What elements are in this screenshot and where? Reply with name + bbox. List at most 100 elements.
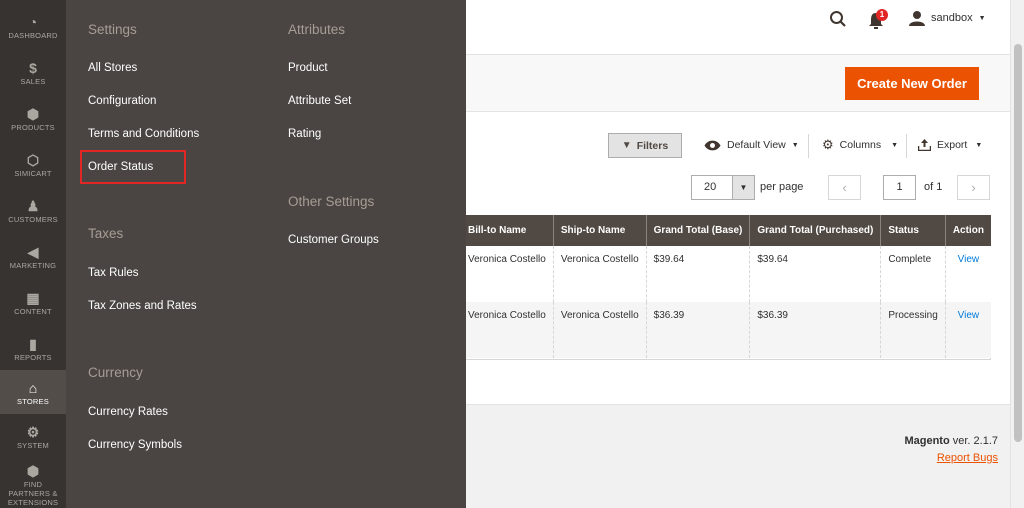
box-icon: ⬢ — [26, 463, 40, 479]
sidebar-item-reports[interactable]: ▮ REPORTS — [0, 316, 66, 362]
magento-brand: Magento — [904, 435, 950, 447]
menu-item-currency-rates[interactable]: Currency Rates — [88, 406, 168, 418]
sidebar-item-label: SYSTEM — [16, 440, 50, 450]
caret-down-icon: ▼ — [978, 14, 986, 22]
cell-grand-total-base: $39.64 — [646, 246, 751, 302]
cell-bill-to-name: Veronica Costello — [461, 246, 554, 302]
filters-label: Filters — [636, 139, 669, 152]
default-view-label: Default View — [727, 139, 786, 151]
column-header-grand-total-base[interactable]: Grand Total (Base) — [646, 215, 751, 246]
megaphone-icon: ◀ — [27, 244, 39, 260]
cell-grand-total-purchased: $36.39 — [749, 302, 882, 358]
column-header-grand-total-purchased[interactable]: Grand Total (Purchased) — [749, 215, 882, 246]
menu-item-tax-rules[interactable]: Tax Rules — [88, 267, 139, 279]
chevron-right-icon: › — [971, 180, 976, 195]
cell-action: View — [945, 302, 991, 358]
sidebar-item-products[interactable]: ⬢ PRODUCTS — [0, 86, 66, 132]
caret-down-icon: ▼ — [891, 141, 899, 149]
column-header-bill-to-name[interactable]: Bill-to Name — [461, 215, 554, 246]
version-info: Magento ver. 2.1.7 Report Bugs — [904, 433, 998, 467]
menu-item-configuration[interactable]: Configuration — [88, 95, 156, 107]
toolbar-divider — [906, 134, 907, 158]
columns-dropdown[interactable]: ⚙ Columns ▼ — [822, 137, 899, 152]
layout-icon: ▦ — [26, 290, 40, 306]
export-label: Export — [937, 139, 968, 151]
view-link[interactable]: View — [958, 310, 980, 321]
columns-label: Columns — [839, 139, 882, 151]
funnel-icon: ▼ — [621, 140, 632, 151]
user-menu[interactable]: sandbox ▼ — [909, 10, 986, 26]
sidebar-item-label: CONTENT — [14, 307, 52, 316]
previous-page-button[interactable]: ‹ — [828, 175, 861, 200]
currency-heading: Currency — [88, 365, 143, 380]
sidebar-item-label: FIND PARTNERS & EXTENSIONS — [7, 480, 59, 507]
sidebar-item-stores[interactable]: ⌂ STORES — [0, 370, 66, 414]
cell-status: Processing — [880, 302, 946, 358]
column-header-ship-to-name[interactable]: Ship-to Name — [553, 215, 647, 246]
menu-item-currency-symbols[interactable]: Currency Symbols — [88, 439, 182, 451]
other-settings-heading: Other Settings — [288, 194, 375, 209]
menu-item-product[interactable]: Product — [288, 62, 328, 74]
user-name: sandbox — [931, 12, 973, 24]
gear-icon: ⚙ — [822, 137, 834, 152]
dashboard-icon: ◔ — [28, 14, 38, 30]
toolbar-divider — [808, 134, 809, 158]
per-page-value: 20 — [704, 181, 717, 193]
cell-bill-to-name: Veronica Costello — [461, 302, 554, 358]
grid-header-row: Bill-to Name Ship-to Name Grand Total (B… — [461, 215, 991, 246]
cube-icon: ⬢ — [26, 106, 40, 122]
orders-grid: Bill-to Name Ship-to Name Grand Total (B… — [461, 215, 991, 358]
sidebar-item-label: CUSTOMERS — [8, 215, 58, 224]
view-link[interactable]: View — [958, 254, 980, 265]
cell-ship-to-name: Veronica Costello — [553, 302, 647, 358]
settings-heading: Settings — [88, 22, 137, 37]
sidebar-item-find-partners[interactable]: ⬢ FIND PARTNERS & EXTENSIONS — [0, 462, 66, 508]
sidebar-item-label: MARKETING — [9, 261, 57, 270]
store-icon: ⌂ — [28, 379, 38, 396]
sidebar-item-customers[interactable]: ♟ CUSTOMERS — [0, 178, 66, 224]
cell-ship-to-name: Veronica Costello — [553, 246, 647, 302]
menu-item-attribute-set[interactable]: Attribute Set — [288, 95, 351, 107]
sidebar-item-label: REPORTS — [14, 353, 52, 362]
hexagon-icon: ⬡ — [26, 152, 40, 168]
sidebar-item-label: SIMICART — [14, 169, 52, 178]
caret-down-icon: ▼ — [975, 141, 983, 149]
menu-item-rating[interactable]: Rating — [288, 128, 321, 140]
sidebar-item-label: SALES — [20, 77, 46, 86]
page-number-input[interactable]: 1 — [883, 175, 916, 200]
sidebar-item-content[interactable]: ▦ CONTENT — [0, 270, 66, 316]
sidebar-item-marketing[interactable]: ◀ MARKETING — [0, 224, 66, 270]
next-page-button[interactable]: › — [957, 175, 990, 200]
filters-button[interactable]: ▼ Filters — [608, 133, 682, 158]
user-icon — [909, 11, 925, 26]
menu-item-all-stores[interactable]: All Stores — [88, 62, 137, 74]
menu-item-customer-groups[interactable]: Customer Groups — [288, 234, 379, 246]
notifications-button[interactable]: 1 — [868, 9, 892, 30]
search-icon[interactable] — [829, 10, 847, 28]
scrollbar-thumb[interactable] — [1014, 44, 1022, 442]
sidebar-item-system[interactable]: ⚙ SYSTEM — [0, 414, 66, 458]
menu-item-terms-and-conditions[interactable]: Terms and Conditions — [88, 128, 199, 140]
per-page-label: per page — [760, 181, 804, 193]
person-icon: ♟ — [26, 198, 40, 214]
page-scrollbar[interactable] — [1010, 0, 1024, 508]
order-status-highlight — [80, 150, 186, 184]
cell-status: Complete — [880, 246, 946, 302]
sidebar-item-sales[interactable]: $ SALES — [0, 40, 66, 86]
create-new-order-button[interactable]: Create New Order — [845, 67, 979, 100]
stores-submenu: Settings All Stores Configuration Terms … — [66, 0, 466, 508]
gear-icon: ⚙ — [26, 423, 40, 440]
caret-down-icon: ▼ — [732, 176, 754, 199]
per-page-select[interactable]: 20 ▼ — [691, 175, 755, 200]
sidebar-item-simicart[interactable]: ⬡ SIMICART — [0, 132, 66, 178]
export-dropdown[interactable]: Export ▼ — [918, 139, 982, 151]
default-view-dropdown[interactable]: Default View ▼ — [704, 139, 799, 151]
sidebar-item-dashboard[interactable]: ◔ DASHBOARD — [0, 0, 66, 40]
dollar-icon: $ — [29, 60, 37, 76]
report-bugs-link[interactable]: Report Bugs — [904, 450, 998, 467]
version-text: ver. 2.1.7 — [949, 435, 998, 447]
column-header-status[interactable]: Status — [880, 215, 946, 246]
menu-item-tax-zones-and-rates[interactable]: Tax Zones and Rates — [88, 300, 197, 312]
caret-down-icon: ▼ — [791, 141, 799, 149]
page-total-label: of 1 — [924, 181, 943, 193]
